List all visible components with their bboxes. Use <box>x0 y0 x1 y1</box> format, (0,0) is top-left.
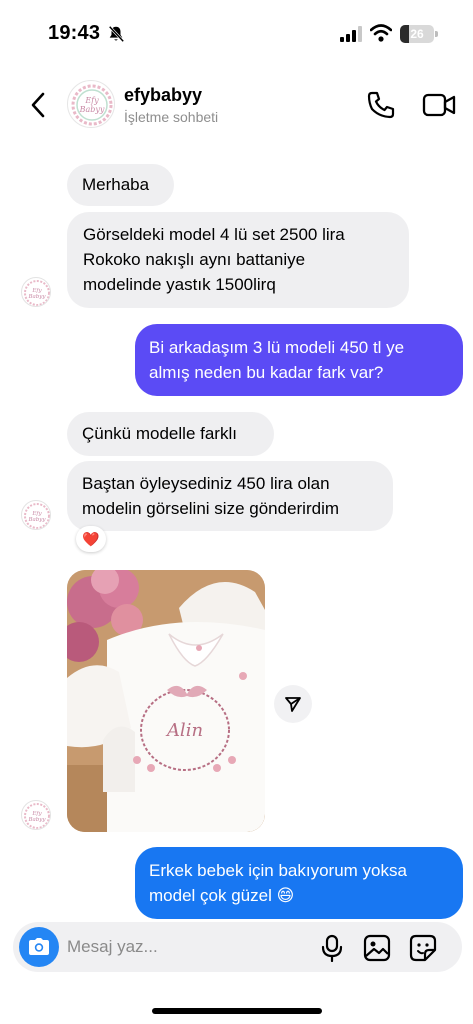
efybabyy-logo: Efy Babyy <box>24 803 50 829</box>
sender-avatar[interactable]: Efy Babyy <box>21 277 51 307</box>
contact-avatar[interactable]: Efy Babyy <box>67 80 115 128</box>
svg-text:Babyy: Babyy <box>79 105 105 114</box>
phone-icon[interactable] <box>366 90 396 120</box>
svg-text:Babyy: Babyy <box>27 817 46 823</box>
bell-off-icon <box>108 25 125 43</box>
back-button[interactable] <box>24 86 52 124</box>
battery-level: 26 <box>410 27 424 41</box>
status-bar: 19:43 26 <box>0 0 473 64</box>
gallery-icon[interactable] <box>363 934 391 962</box>
efybabyy-logo: Efy Babyy <box>24 503 50 529</box>
message-incoming[interactable]: Görseldeki model 4 lü set 2500 lira Roko… <box>67 212 409 308</box>
cellular-signal-icon <box>340 26 362 42</box>
camera-icon <box>29 938 49 955</box>
microphone-icon[interactable] <box>319 934 345 962</box>
status-time: 19:43 <box>48 22 101 44</box>
heart-reaction[interactable]: ❤️ <box>76 526 106 552</box>
chat-header: Efy Babyy efybabyy İşletme sohbeti <box>0 64 473 148</box>
message-incoming[interactable]: Çünkü modelle farklı <box>67 412 274 456</box>
send-arrow-icon <box>285 697 301 712</box>
efybabyy-logo: Efy Babyy <box>71 84 113 126</box>
sender-avatar[interactable]: Efy Babyy <box>21 800 51 830</box>
message-thread[interactable]: Merhaba Görseldeki model 4 lü set 2500 l… <box>0 150 473 920</box>
contact-name[interactable]: efybabyy <box>124 85 202 106</box>
message-outgoing[interactable]: Bi arkadaşım 3 lü modeli 450 tl ye almış… <box>135 324 463 396</box>
message-input[interactable] <box>67 930 307 964</box>
sticker-icon[interactable] <box>409 934 437 962</box>
wifi-icon <box>370 24 392 42</box>
baby-outfit-photo: Alin <box>67 570 265 832</box>
svg-text:Babyy: Babyy <box>27 294 46 300</box>
heart-icon: ❤️ <box>82 530 100 547</box>
battery-tip <box>435 31 438 37</box>
photo-message[interactable]: Alin <box>67 570 265 832</box>
share-button[interactable] <box>274 685 312 723</box>
home-indicator <box>152 1008 322 1014</box>
message-incoming[interactable]: Merhaba <box>67 164 174 206</box>
svg-text:Alin: Alin <box>165 720 203 741</box>
message-incoming[interactable]: Baştan öyleysediniz 450 lira olan modeli… <box>67 461 393 531</box>
battery-indicator: 26 <box>400 25 434 43</box>
video-camera-icon[interactable] <box>422 92 456 118</box>
svg-text:Babyy: Babyy <box>27 517 46 523</box>
chat-subtitle: İşletme sohbeti <box>124 109 219 125</box>
sender-avatar[interactable]: Efy Babyy <box>21 500 51 530</box>
svg-text:Efy: Efy <box>84 96 99 105</box>
back-chevron-icon <box>31 92 45 118</box>
message-composer <box>13 922 462 972</box>
message-outgoing[interactable]: Erkek bebek için bakıyorum yoksa model ç… <box>135 847 463 919</box>
camera-button[interactable] <box>19 927 59 967</box>
efybabyy-logo: Efy Babyy <box>24 280 50 306</box>
